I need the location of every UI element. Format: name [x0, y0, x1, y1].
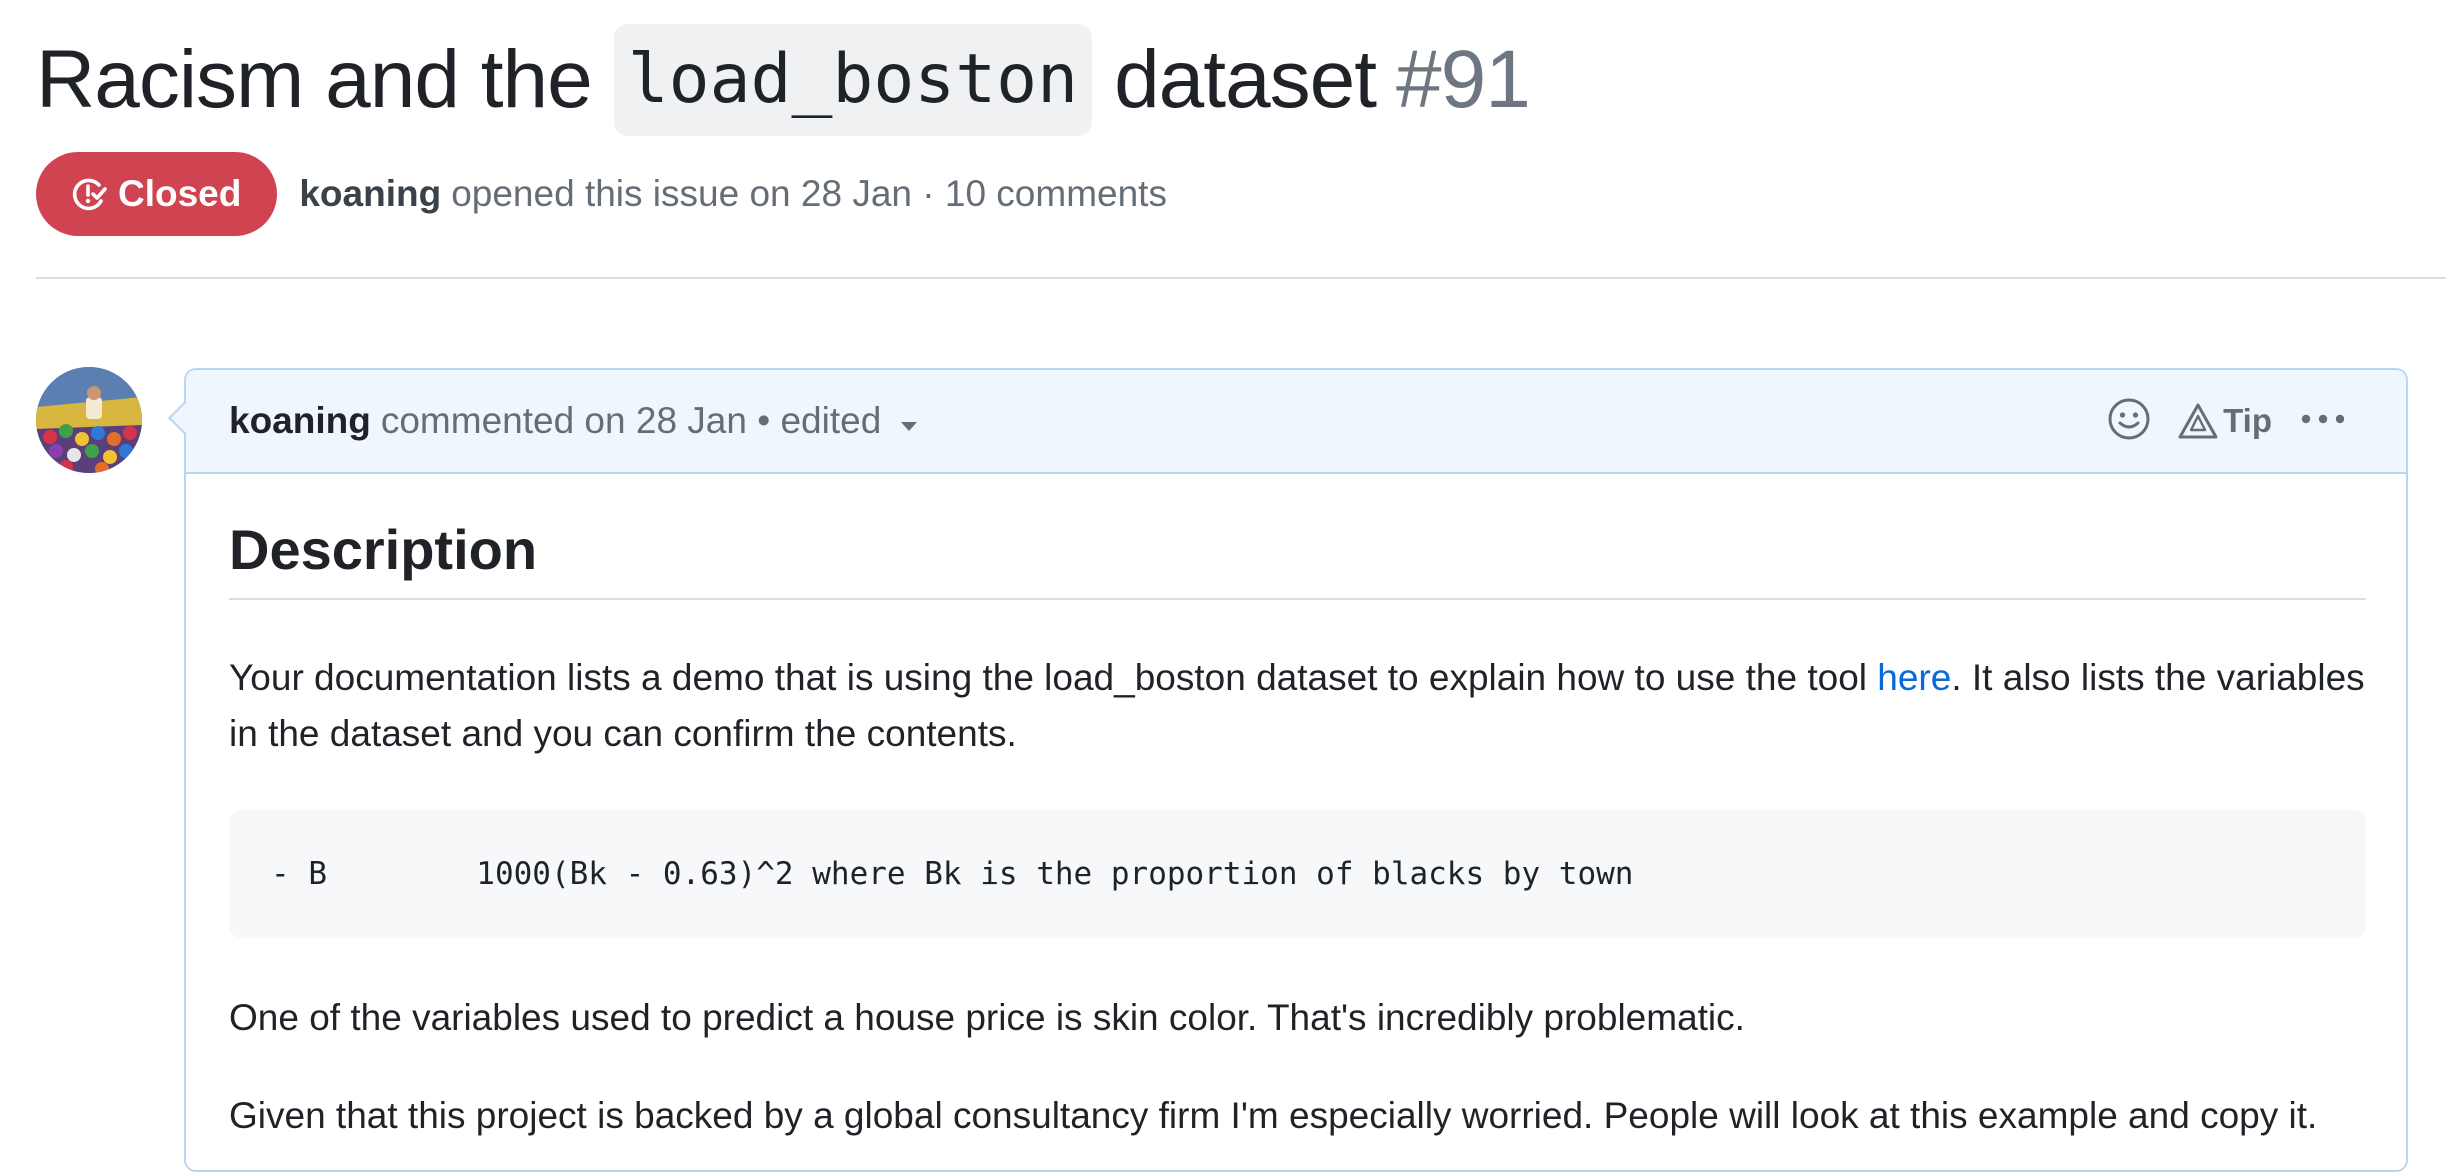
- issue-title-suffix: dataset: [1114, 34, 1377, 125]
- smiley-icon: [2108, 398, 2150, 439]
- issue-author-link[interactable]: koaning: [299, 173, 441, 215]
- comment-body: Description Your documentation lists a d…: [229, 472, 2366, 1144]
- issue-title-prefix: Racism and the: [36, 34, 593, 125]
- comment-options-button[interactable]: [2300, 412, 2346, 430]
- add-reaction-button[interactable]: [2107, 397, 2151, 446]
- issue-meta: Closed koaning opened this issue on 28 J…: [36, 152, 1167, 236]
- paragraph-1: Your documentation lists a demo that is …: [229, 650, 2389, 762]
- here-link[interactable]: here: [1877, 657, 1951, 698]
- edited-dropdown[interactable]: [899, 400, 919, 442]
- alert-triangle-icon: [2178, 403, 2218, 439]
- comment-box: koaning commented on 28 Jan • edited Tip…: [184, 368, 2408, 1172]
- issue-title-code: load_boston: [613, 24, 1093, 136]
- status-badge: Closed: [36, 152, 278, 236]
- issue-number: #91: [1396, 34, 1531, 125]
- tip-label: Tip: [2223, 402, 2272, 439]
- heading-rule: [229, 598, 2366, 600]
- kebab-icon: [2301, 414, 2345, 424]
- code-block: - B 1000(Bk - 0.63)^2 where Bk is the pr…: [229, 810, 2366, 938]
- p1-text-before: Your documentation lists a demo that is …: [229, 657, 1878, 698]
- avatar[interactable]: [36, 367, 142, 473]
- comment-header: koaning commented on 28 Jan • edited Tip: [186, 370, 2406, 474]
- comment-author-link[interactable]: koaning: [229, 400, 371, 442]
- issue-title: Racism and the load_boston dataset #91: [36, 24, 1531, 136]
- comment-meta: commented on 28 Jan • edited: [380, 400, 882, 441]
- tip-button[interactable]: Tip: [2177, 402, 2272, 440]
- avatar-image: [36, 367, 142, 473]
- paragraph-3: Given that this project is backed by a g…: [229, 1095, 2318, 1136]
- chevron-down-icon: [901, 422, 918, 431]
- paragraph-2: One of the variables used to predict a h…: [229, 997, 1745, 1038]
- status-badge-label: Closed: [118, 173, 242, 214]
- issue-closed-icon: [72, 178, 107, 211]
- issue-meta-text: opened this issue on 28 Jan · 10 comment…: [451, 173, 1167, 214]
- header-divider: [36, 277, 2446, 279]
- description-heading: Description: [229, 518, 538, 581]
